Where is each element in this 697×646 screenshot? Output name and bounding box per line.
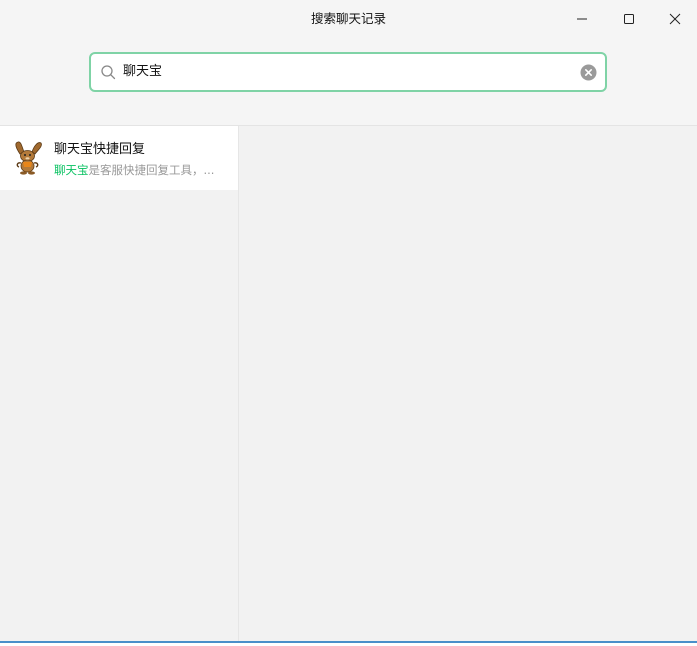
results-list: 聊天宝快捷回复 聊天宝是客服快捷回复工具，... <box>0 126 239 641</box>
maximize-icon <box>624 14 634 24</box>
minimize-icon <box>577 18 587 20</box>
list-item[interactable]: 聊天宝快捷回复 聊天宝是客服快捷回复工具，... <box>0 126 238 190</box>
minimize-button[interactable] <box>567 6 597 32</box>
clear-search-icon[interactable] <box>580 64 597 81</box>
title-bar: 搜索聊天记录 <box>0 0 697 36</box>
search-chat-history-window: 搜索聊天记录 聊天宝 聊天宝快捷回复 聊天宝是客服快捷回复工具，... <box>0 0 697 643</box>
search-input[interactable] <box>123 61 563 83</box>
result-snippet: 聊天宝是客服快捷回复工具，... <box>54 162 226 178</box>
close-icon <box>669 13 681 25</box>
search-area <box>0 36 697 126</box>
close-button[interactable] <box>660 6 690 32</box>
rabbit-avatar-icon <box>15 141 42 175</box>
snippet-text: 是客服快捷回复工具，... <box>88 163 215 177</box>
snippet-highlight: 聊天宝 <box>54 163 89 177</box>
maximize-button[interactable] <box>614 6 644 32</box>
message-preview-panel <box>239 126 697 641</box>
result-title: 聊天宝快捷回复 <box>54 142 146 157</box>
search-box[interactable] <box>89 52 607 92</box>
search-icon <box>101 65 116 80</box>
